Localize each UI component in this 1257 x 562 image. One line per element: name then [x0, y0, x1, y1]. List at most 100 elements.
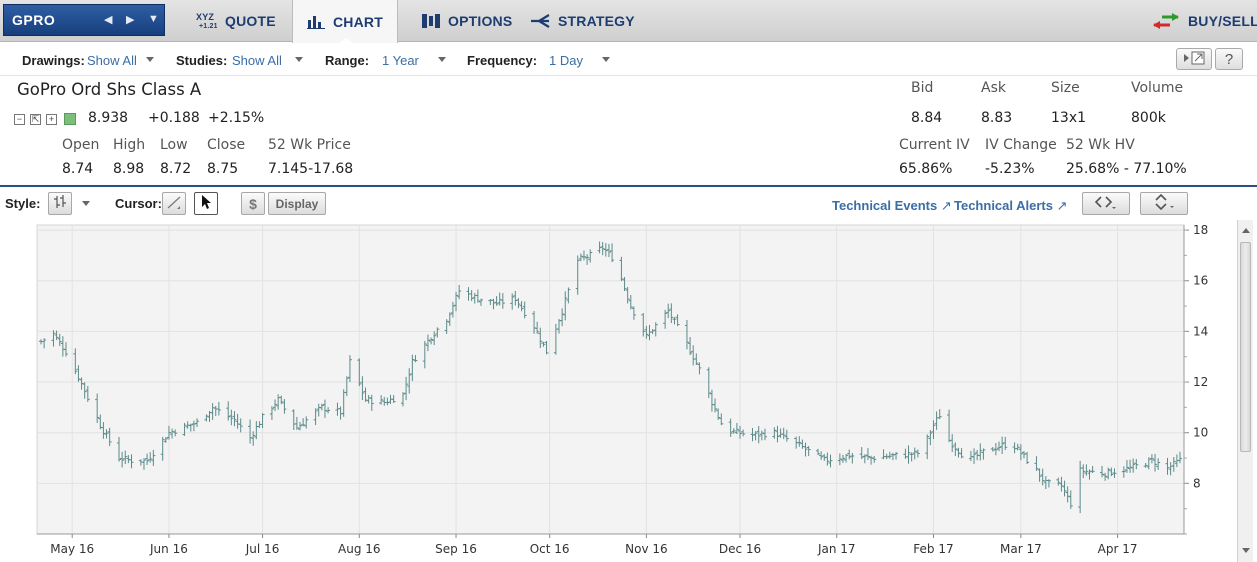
style-label: Style: — [5, 196, 41, 211]
cursor-line-button[interactable] — [162, 192, 186, 215]
popout-icon — [1182, 51, 1206, 68]
scrollbar-thumb[interactable] — [1240, 242, 1251, 452]
x-tick-label: Jun 16 — [149, 542, 188, 556]
iv-change-label: IV Change — [985, 137, 1057, 153]
x-tick-label: Oct 16 — [530, 542, 570, 556]
frequency-label: Frequency: — [467, 53, 538, 68]
help-button[interactable]: ? — [1215, 48, 1243, 70]
last-price: 8.938 — [88, 110, 129, 126]
drawings-dropdown[interactable]: Show All — [87, 53, 137, 68]
high-label: High — [113, 137, 146, 153]
tab-strategy[interactable]: STRATEGY — [530, 0, 635, 42]
collapse-icon[interactable]: − — [14, 114, 25, 125]
options-icon — [422, 13, 440, 29]
ohlc-chart[interactable]: 8 10 12 14 16 18 May 16 Jun 16 Jul 16 Aug 16 Sep 1… — [0, 220, 1237, 562]
frequency-dropdown[interactable]: 1 Day — [549, 53, 583, 68]
tab-chart[interactable]: CHART — [292, 0, 398, 43]
x-tick-label: Feb 17 — [913, 542, 953, 556]
volume-label: Volume — [1131, 80, 1184, 96]
horizontal-resize-icon — [1094, 195, 1118, 212]
52wk-price-value: 7.145-17.68 — [268, 161, 354, 177]
chevron-down-icon[interactable]: ▼ — [148, 13, 159, 25]
price-change-percent: +2.15% — [208, 110, 265, 126]
symbol-selector[interactable]: GPRO ◀ ▶ ▼ — [3, 4, 165, 36]
studies-label: Studies: — [176, 53, 228, 68]
next-symbol-icon[interactable]: ▶ — [126, 13, 134, 26]
symbol-text: GPRO — [12, 12, 56, 28]
dollar-label: $ — [249, 195, 257, 212]
scroll-up-icon[interactable] — [1242, 228, 1250, 233]
pointer-icon — [200, 194, 212, 213]
cursor-label: Cursor: — [115, 196, 162, 211]
tab-options[interactable]: OPTIONS — [422, 0, 512, 42]
x-tick-label: Jul 16 — [245, 542, 280, 556]
tab-strategy-label: STRATEGY — [558, 13, 635, 29]
range-chevron-icon[interactable] — [438, 57, 446, 62]
svg-text:+1.21: +1.21 — [199, 23, 217, 30]
chart-toolbar: Style: Cursor: $ Display Technical Event… — [0, 187, 1257, 220]
external-link-icon: ↗ — [940, 198, 952, 213]
52wk-hv-label: 52 Wk HV — [1066, 137, 1135, 153]
studies-chevron-icon[interactable] — [295, 57, 303, 62]
vertical-scrollbar[interactable] — [1237, 220, 1253, 562]
buy-sell-button[interactable]: BUY/SELL — [1152, 0, 1257, 42]
top-navigation-bar: GPRO ◀ ▶ ▼ XYZ +1.21 QUOTE CHART OPTIONS … — [0, 0, 1257, 44]
svg-text:XYZ: XYZ — [196, 12, 214, 22]
technical-alerts-link[interactable]: Technical Alerts ↗ — [954, 198, 1068, 214]
display-label: Display — [275, 196, 319, 211]
studies-dropdown[interactable]: Show All — [232, 53, 282, 68]
change-indicator-icon — [64, 113, 76, 125]
range-label: Range: — [325, 53, 370, 68]
close-label: Close — [207, 137, 246, 153]
x-tick-label: Sep 16 — [435, 542, 477, 556]
zoom-horizontal-button[interactable] — [1082, 192, 1130, 215]
popout-button[interactable] — [1176, 48, 1212, 70]
technical-events-link[interactable]: Technical Events ↗ — [832, 198, 952, 214]
company-name: GoPro Ord Shs Class A — [17, 80, 202, 99]
frequency-chevron-icon[interactable] — [602, 57, 610, 62]
drawings-label: Drawings: — [22, 53, 85, 68]
technical-events-label: Technical Events — [832, 198, 938, 213]
tab-chart-label: CHART — [333, 13, 383, 30]
current-iv-value: 65.86% — [899, 161, 953, 177]
bid-label: Bid — [911, 80, 934, 96]
ohlc-style-icon — [53, 194, 67, 213]
bar-chart-icon — [307, 15, 325, 29]
buy-sell-arrows-icon — [1152, 13, 1180, 29]
x-tick-label: Mar 17 — [1000, 542, 1042, 556]
scroll-down-icon[interactable] — [1242, 548, 1250, 553]
price-chart-area[interactable]: 8 10 12 14 16 18 May 16 Jun 16 Jul 16 Aug 16 Sep 1… — [0, 220, 1257, 562]
x-tick-label: Dec 16 — [719, 542, 761, 556]
x-tick-label: Aug 16 — [338, 542, 381, 556]
y-tick-label: 8 — [1193, 476, 1201, 490]
y-tick-label: 16 — [1193, 274, 1208, 288]
close-value: 8.75 — [207, 161, 239, 177]
style-chevron-icon[interactable] — [82, 201, 90, 206]
previous-symbol-icon[interactable]: ◀ — [104, 13, 112, 26]
cursor-pointer-button[interactable] — [194, 192, 218, 215]
drawings-chevron-icon[interactable] — [146, 57, 154, 62]
y-tick-label: 14 — [1193, 324, 1208, 338]
display-button[interactable]: Display — [268, 192, 326, 215]
chart-style-button[interactable] — [48, 192, 72, 215]
price-change: +0.188 — [148, 110, 200, 126]
iv-change-value: -5.23% — [985, 161, 1035, 177]
size-label: Size — [1051, 80, 1080, 96]
range-dropdown[interactable]: 1 Year — [382, 53, 419, 68]
y-tick-label: 18 — [1193, 223, 1208, 237]
expand-icon[interactable]: ⇱ — [30, 114, 41, 125]
external-link-icon: ↗ — [1056, 198, 1068, 213]
zoom-vertical-button[interactable] — [1140, 192, 1188, 215]
52wk-hv-value: 25.68% - 77.10% — [1066, 161, 1187, 177]
x-tick-label: Nov 16 — [625, 542, 668, 556]
technical-alerts-label: Technical Alerts — [954, 198, 1053, 213]
tab-quote[interactable]: XYZ +1.21 QUOTE — [195, 0, 276, 42]
size-value: 13x1 — [1051, 110, 1087, 126]
chart-settings-bar: Drawings: Show All Studies: Show All Ran… — [0, 43, 1257, 76]
ask-value: 8.83 — [981, 110, 1013, 126]
low-value: 8.72 — [160, 161, 192, 177]
x-tick-label: May 16 — [50, 542, 94, 556]
dollar-button[interactable]: $ — [241, 192, 265, 215]
tab-quote-label: QUOTE — [225, 13, 276, 29]
detach-icon[interactable]: + — [46, 114, 57, 125]
